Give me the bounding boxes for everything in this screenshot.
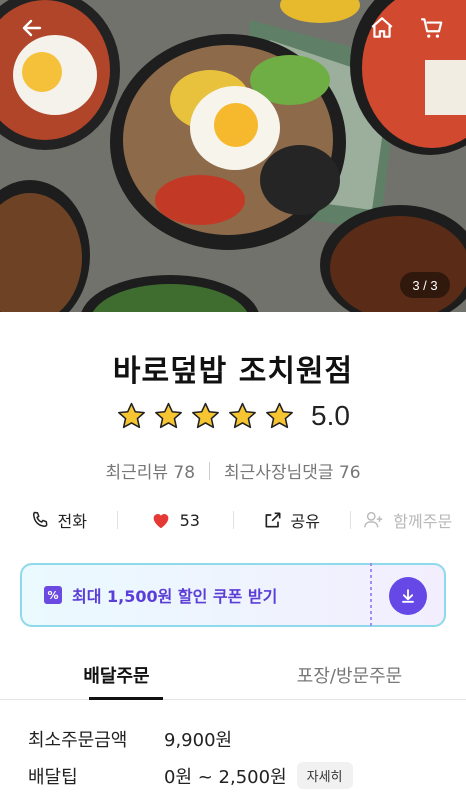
- action-row: 전화 53 공유 함께주문: [0, 503, 466, 537]
- back-button[interactable]: [14, 10, 50, 46]
- rating-value: 5.0: [311, 400, 350, 431]
- hero-food-image[interactable]: 3 / 3: [0, 0, 466, 312]
- coupon-percent-icon: %: [44, 586, 62, 604]
- coupon-text-group[interactable]: % 최대 1,500원 할인 쿠폰 받기: [44, 583, 277, 607]
- like-count: 53: [179, 510, 200, 530]
- home-button[interactable]: [364, 10, 400, 46]
- min-order-label: 최소주문금액: [28, 730, 128, 751]
- divider: [209, 461, 211, 480]
- star-icon: [155, 402, 182, 428]
- delivery-tip-value: 0원 ~ 2,500원: [164, 766, 287, 788]
- cart-button[interactable]: [414, 10, 450, 46]
- call-button[interactable]: 전화: [0, 503, 117, 537]
- coupon-download-button[interactable]: [389, 577, 427, 615]
- back-arrow-icon: [22, 19, 42, 37]
- share-icon: [265, 512, 281, 528]
- group-order-label: 함께주문: [393, 512, 453, 531]
- image-page-indicator: 3 / 3: [400, 272, 450, 298]
- star-icon: [266, 402, 293, 428]
- home-icon: [371, 17, 393, 38]
- add-person-icon: [364, 511, 383, 528]
- food-photo: [0, 0, 466, 312]
- rating-row: 5.0: [0, 400, 466, 432]
- star-icon: [192, 402, 219, 428]
- coupon-label: 최대 1,500원 할인 쿠폰 받기: [72, 587, 278, 606]
- call-label: 전화: [57, 512, 87, 531]
- phone-icon: [32, 511, 47, 527]
- cart-icon: [421, 18, 443, 38]
- group-order-button[interactable]: 함께주문: [349, 503, 466, 537]
- like-button[interactable]: 53: [116, 503, 234, 537]
- heart-icon: [153, 514, 168, 529]
- tab-delivery[interactable]: 배달주문: [0, 650, 233, 700]
- download-icon: [402, 589, 414, 603]
- share-button[interactable]: 공유: [233, 503, 350, 537]
- review-stats: 최근리뷰 78 최근사장님댓글 76: [0, 458, 466, 483]
- star-icon: [229, 402, 256, 428]
- recent-owner-replies-link[interactable]: 최근사장님댓글 76: [224, 458, 361, 483]
- store-name: 바로덮밥 조치원점: [112, 354, 354, 389]
- min-order-row: 최소주문금액 9,900원: [28, 726, 232, 752]
- star-icon: [118, 402, 145, 428]
- recent-reviews-link[interactable]: 최근리뷰 78: [105, 458, 195, 483]
- tab-takeout[interactable]: 포장/방문주문: [233, 650, 466, 699]
- delivery-tip-label: 배달팁: [28, 766, 78, 788]
- share-label: 공유: [290, 512, 320, 531]
- delivery-tip-row: 배달팁 0원 ~ 2,500원 자세히: [28, 762, 353, 789]
- delivery-tip-detail-button[interactable]: 자세히: [296, 762, 353, 789]
- min-order-value: 9,900원: [164, 730, 233, 751]
- order-type-tabs: 배달주문 포장/방문주문: [0, 650, 466, 700]
